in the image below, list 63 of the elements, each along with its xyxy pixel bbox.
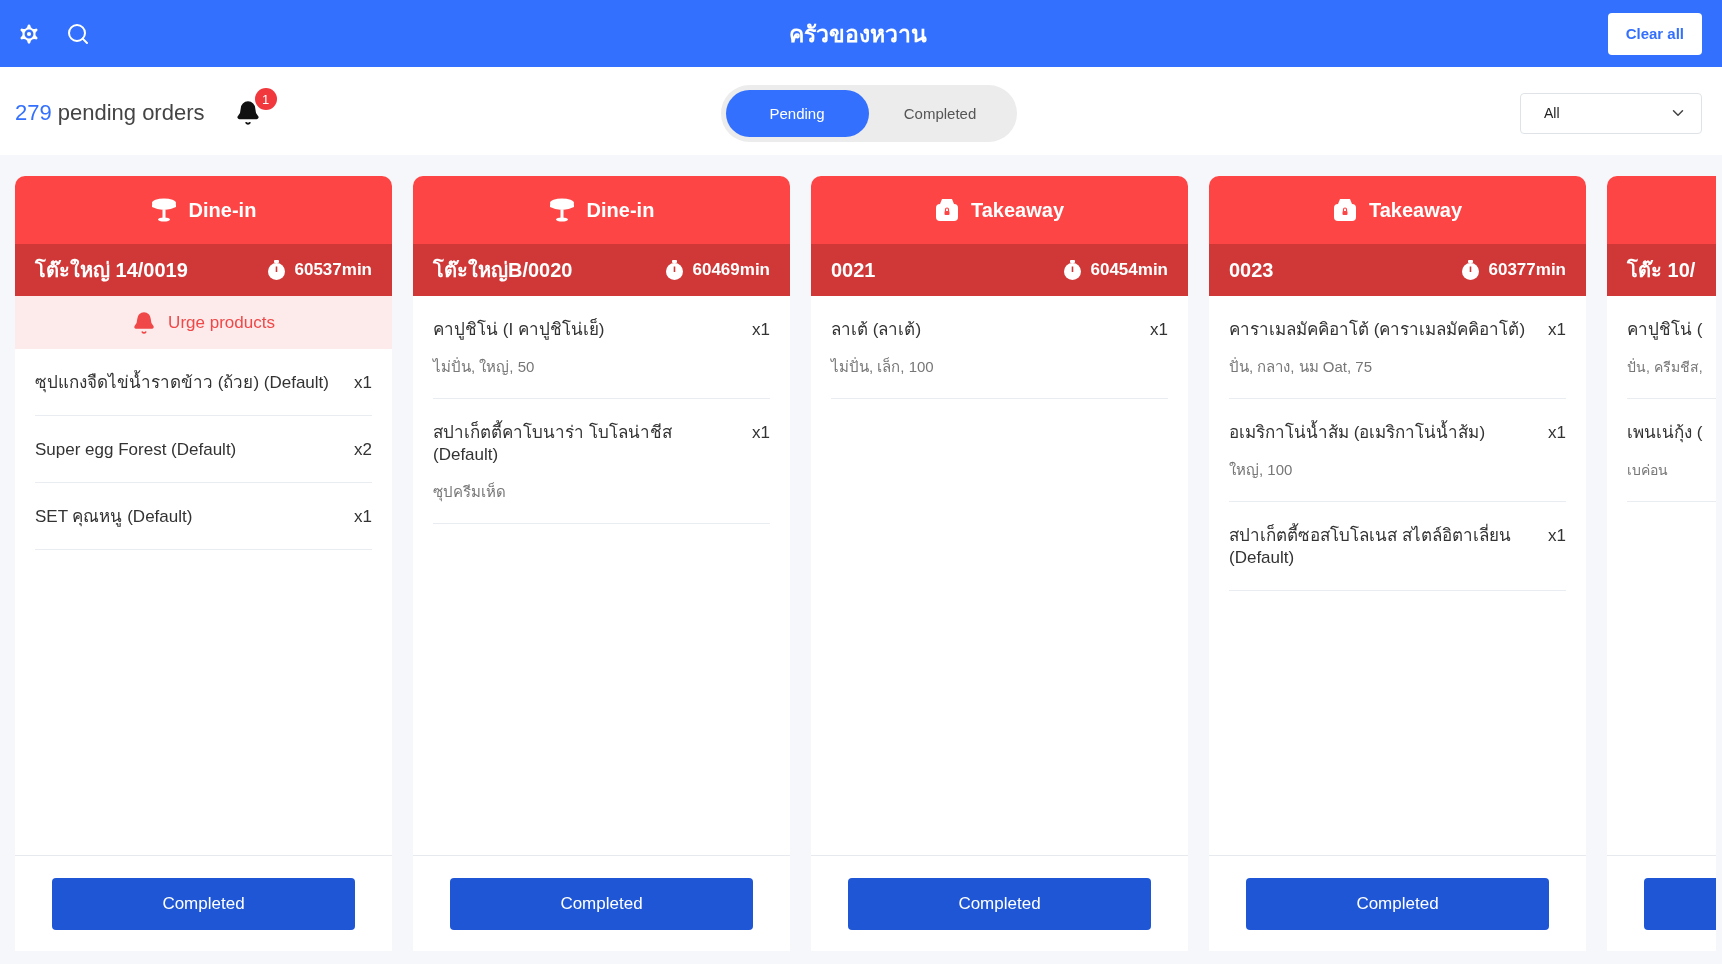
stopwatch-icon bbox=[1461, 260, 1479, 280]
item-quantity: x1 bbox=[1150, 319, 1168, 341]
item-quantity: x2 bbox=[354, 439, 372, 461]
item-name: Super egg Forest (Default) bbox=[35, 439, 237, 461]
item-quantity: x1 bbox=[1548, 319, 1566, 341]
item-name: ซุปแกงจืดไข่น้ำราดข้าว (ถ้วย) (Default) bbox=[35, 372, 329, 394]
stopwatch-icon bbox=[665, 260, 683, 280]
pending-count: 279 bbox=[15, 100, 52, 126]
elapsed-time: 60377min bbox=[1488, 260, 1566, 280]
item-options: ปั่น, ครีมชีส, bbox=[1627, 357, 1716, 377]
item-options: ซุปครีมเห็ด bbox=[433, 482, 770, 502]
elapsed-time: 60469min bbox=[692, 260, 770, 280]
item-name: SET คุณหนู (Default) bbox=[35, 506, 193, 528]
item-quantity: x1 bbox=[1548, 525, 1566, 547]
item-quantity: x1 bbox=[354, 372, 372, 394]
urge-text: Urge products bbox=[168, 312, 275, 333]
order-type: Takeaway bbox=[1369, 198, 1462, 222]
item-name: อเมริกาโน่น้ำส้ม (อเมริกาโน่น้ำส้ม) bbox=[1229, 422, 1486, 444]
item-name: คาราเมลมัคคิอาโต้ (คาราเมลมัคคิอาโต้) bbox=[1229, 319, 1526, 341]
pending-label: pending orders bbox=[57, 100, 205, 126]
takeaway-bag-icon bbox=[1333, 198, 1357, 222]
table-number: 0021 bbox=[831, 258, 876, 282]
table-number: โต๊ะ 10/ bbox=[1627, 257, 1696, 283]
notification-badge: 1 bbox=[254, 88, 277, 110]
item-name: เพนเน่กุ้ง ( bbox=[1627, 422, 1703, 444]
status-tab[interactable]: Completed bbox=[868, 89, 1012, 137]
item-options: ปั่น, กลาง, นม Oat, 75 bbox=[1229, 357, 1566, 377]
status-tab[interactable]: Pending bbox=[725, 89, 869, 137]
takeaway-bag-icon bbox=[935, 198, 959, 222]
clear-all-button[interactable]: Clear all bbox=[1607, 12, 1702, 55]
item-name: สปาเก็ตตี้คาโบนาร่า โบโลน่าชีส (Default) bbox=[433, 422, 737, 466]
filter-dropdown[interactable]: All bbox=[1520, 92, 1702, 134]
item-name: คาปูชิโน่ ( bbox=[1627, 319, 1703, 341]
notification-bell-icon bbox=[234, 100, 261, 126]
table-icon bbox=[548, 198, 575, 222]
item-name: คาปูชิโน่ (I คาปูชิโน่เย็) bbox=[433, 319, 605, 341]
table-number: โต๊ะใหญ่B/0020 bbox=[433, 257, 573, 284]
item-options: ไม่ปั่น, เล็ก, 100 bbox=[831, 357, 1168, 377]
completed-button[interactable]: Completed bbox=[450, 877, 753, 930]
table-number: โต๊ะใหญ่ 14/0019 bbox=[35, 257, 188, 284]
item-name: ลาเต้ (ลาเต้) bbox=[831, 319, 922, 341]
item-quantity: x1 bbox=[1548, 422, 1566, 444]
stopwatch-icon bbox=[267, 260, 285, 280]
table-icon bbox=[150, 198, 177, 222]
item-quantity: x1 bbox=[752, 422, 770, 444]
item-name: สปาเก็ตตี้ซอสโบโลเนส สไตล์อิตาเลี่ยน (Default) bbox=[1229, 525, 1533, 569]
bell-icon bbox=[132, 310, 157, 335]
stopwatch-icon bbox=[1063, 260, 1081, 280]
item-quantity: x1 bbox=[752, 319, 770, 341]
order-type: Takeaway bbox=[971, 198, 1064, 222]
kitchen-title: ครัวของหวาน bbox=[789, 19, 927, 49]
table-number: 0023 bbox=[1229, 258, 1274, 282]
completed-button[interactable]: Completed bbox=[52, 877, 355, 930]
item-quantity: x1 bbox=[354, 506, 372, 528]
elapsed-time: 60454min bbox=[1090, 260, 1168, 280]
order-type: Dine-in bbox=[586, 198, 655, 222]
completed-button[interactable]: Completed bbox=[848, 877, 1151, 930]
item-options: ใหญ่, 100 bbox=[1229, 460, 1566, 480]
item-options: เบค่อน bbox=[1627, 460, 1716, 480]
item-options: ไม่ปั่น, ใหญ่, 50 bbox=[433, 357, 770, 377]
completed-button[interactable]: Completed bbox=[1246, 877, 1549, 930]
elapsed-time: 60537min bbox=[294, 260, 372, 280]
order-type: Dine-in bbox=[188, 198, 257, 222]
